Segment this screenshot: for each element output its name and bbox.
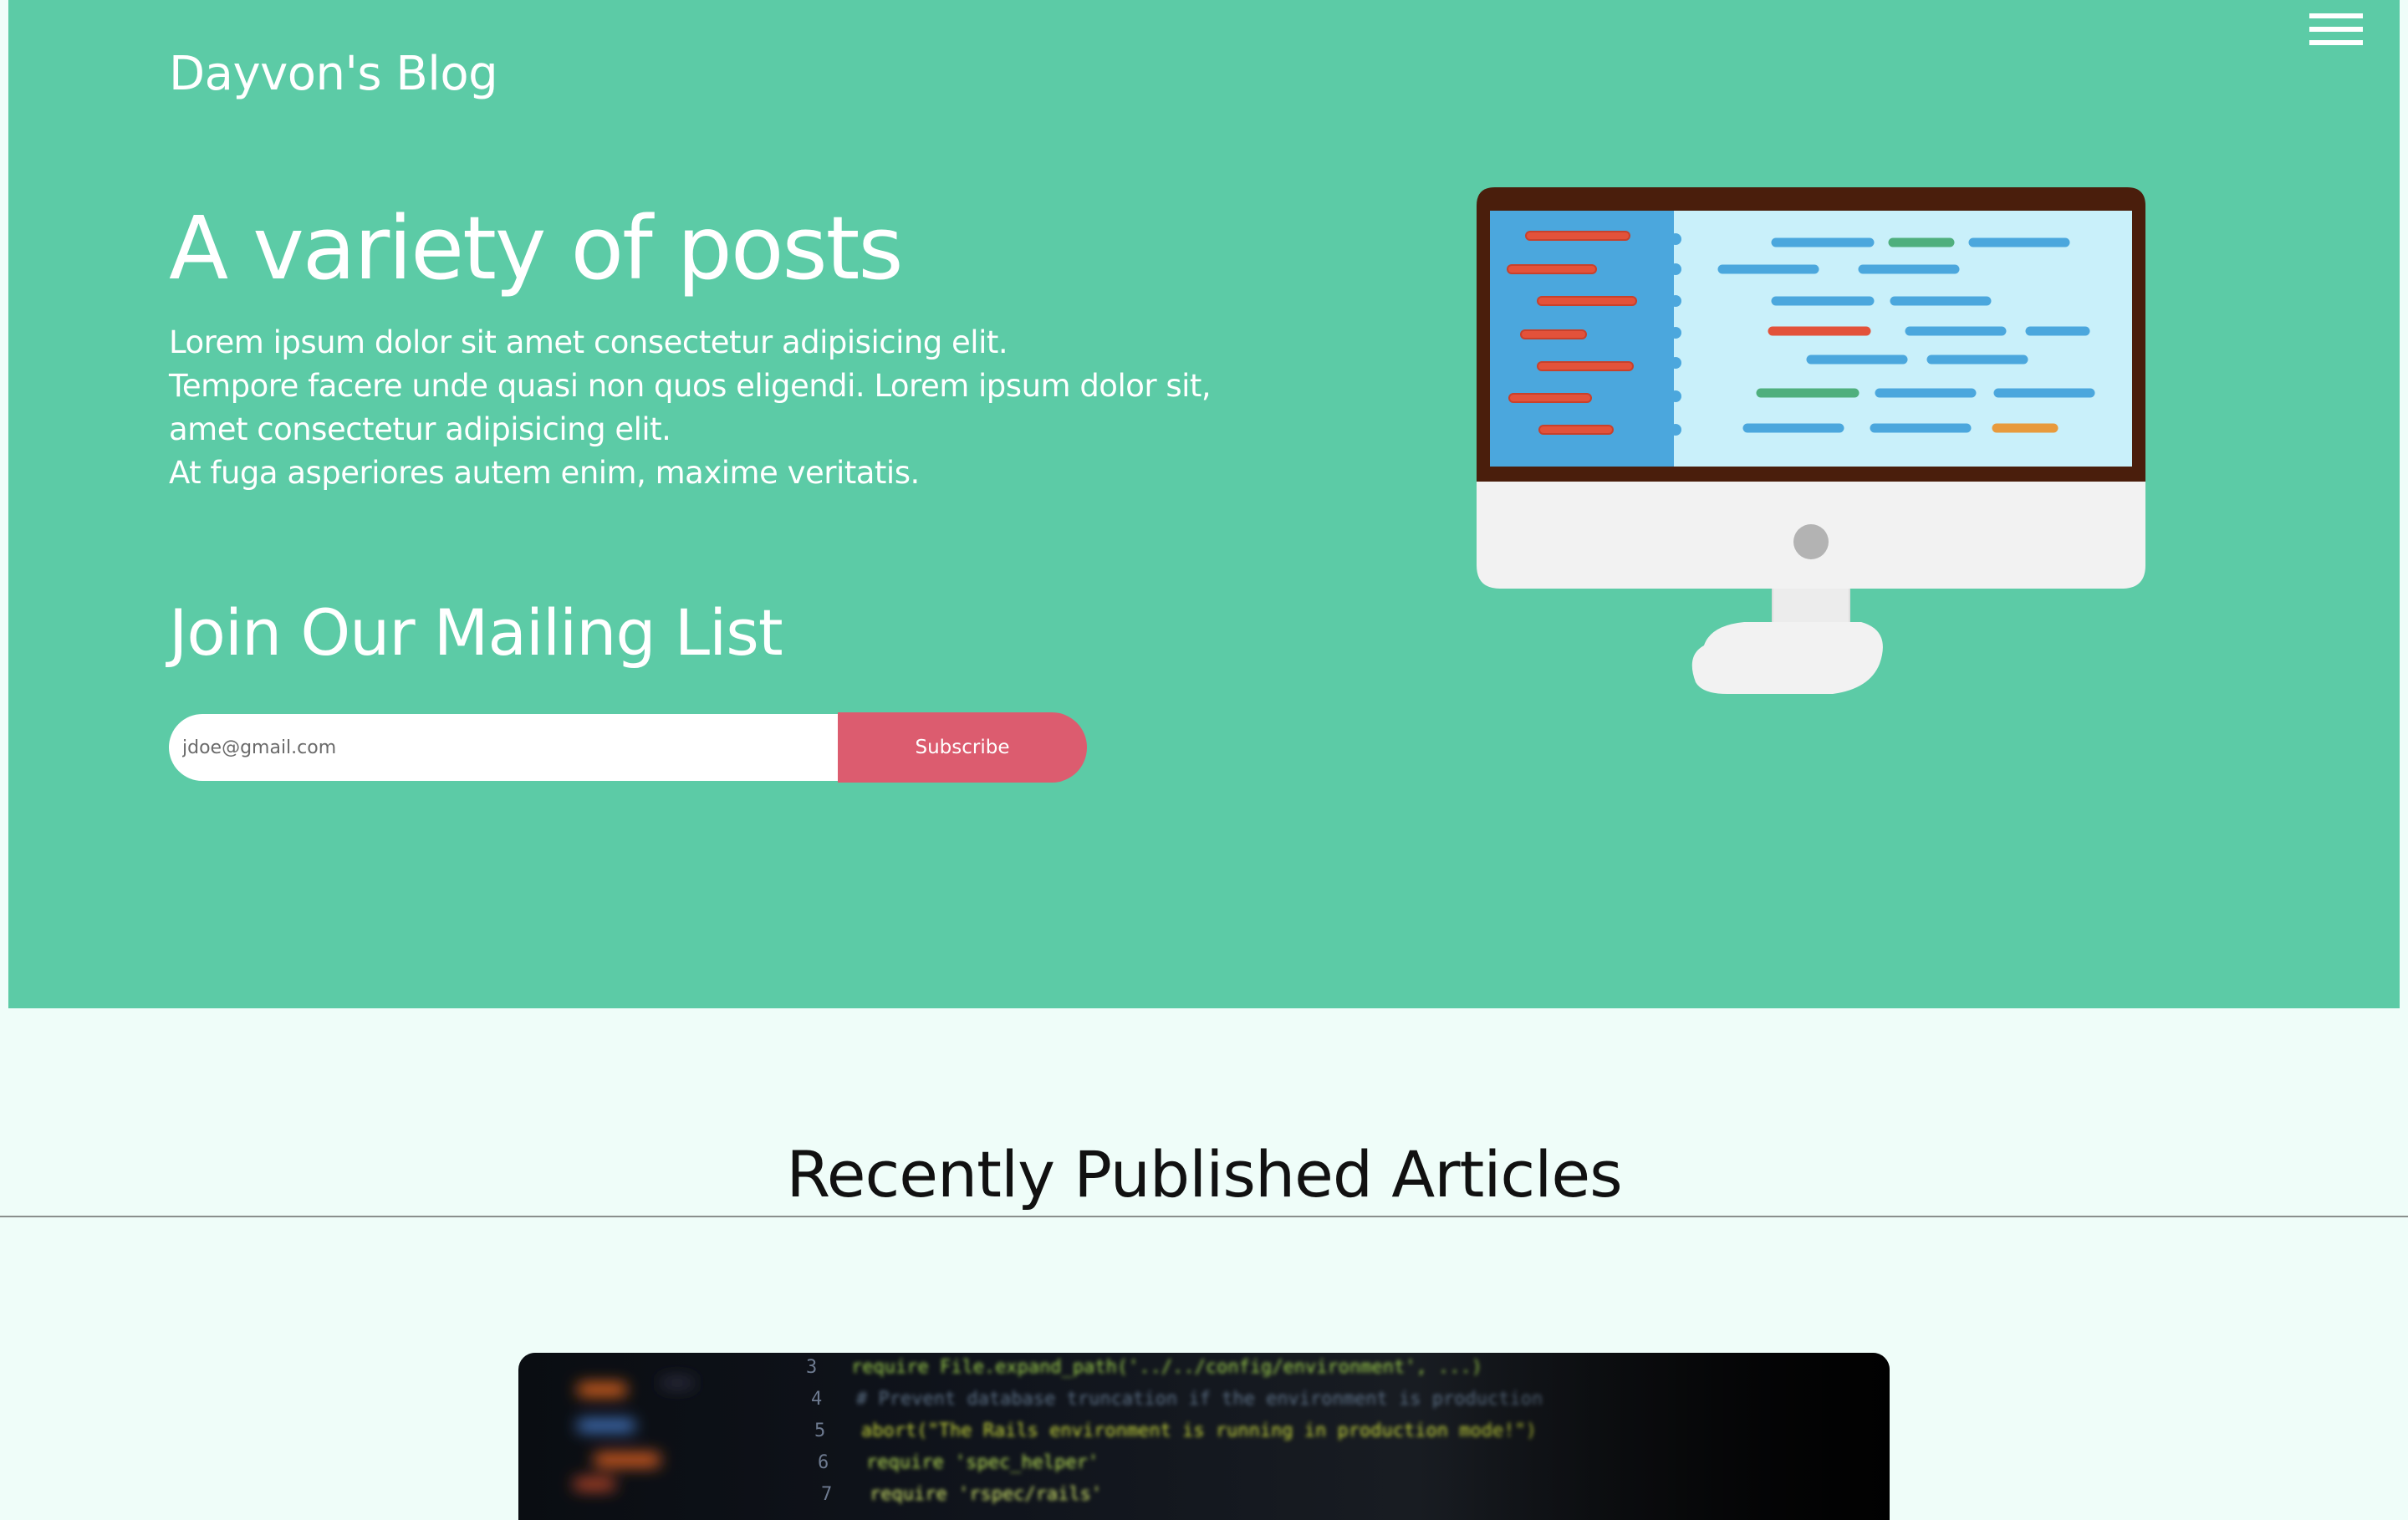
hero-paragraph-line: At fuga asperiores autem enim, maxime ve… — [169, 455, 920, 491]
featured-article-image[interactable]: 3 4 5 6 7 require File.expand_path('../.… — [518, 1353, 1890, 1520]
blurred-sidebar — [574, 1378, 694, 1490]
code-line: require 'spec_helper' — [866, 1452, 1099, 1473]
image-vignette — [1438, 1353, 1890, 1520]
blog-title[interactable]: Dayvon's Blog — [169, 47, 498, 101]
monitor-stand-base — [1691, 622, 1883, 694]
line-number: 5 — [814, 1421, 825, 1441]
hamburger-menu-icon[interactable] — [2309, 10, 2363, 50]
code-screenshot: 3 4 5 6 7 require File.expand_path('../.… — [574, 1353, 1890, 1520]
code-line: require 'rspec/rails' — [870, 1484, 1102, 1505]
hero-section: Dayvon's Blog A variety of posts Lorem i… — [8, 0, 2400, 1008]
line-numbers: 3 4 5 6 7 — [806, 1357, 832, 1505]
power-button-icon — [1793, 524, 1829, 559]
mailing-list-title: Join Our Mailing List — [169, 595, 783, 670]
email-input[interactable] — [169, 714, 838, 781]
line-number: 6 — [818, 1452, 829, 1473]
code-line: require File.expand_path('../../config/e… — [851, 1357, 1482, 1378]
section-divider — [0, 1216, 2408, 1217]
subscribe-button[interactable]: Subscribe — [838, 712, 1087, 783]
hero-paragraph: Lorem ipsum dolor sit amet consectetur a… — [169, 321, 1289, 495]
line-number: 7 — [821, 1484, 832, 1505]
menu-bar — [2309, 27, 2363, 32]
menu-bar — [2309, 40, 2363, 45]
section-title: Recently Published Articles — [786, 1137, 1622, 1211]
menu-bar — [2309, 13, 2363, 18]
line-number: 4 — [811, 1389, 822, 1410]
hero-paragraph-line: amet consectetur adipisicing elit. — [169, 411, 671, 447]
hero-headline: A variety of posts — [169, 197, 904, 299]
computer-monitor-illustration — [1477, 187, 2145, 694]
hero-paragraph-line: Lorem ipsum dolor sit amet consectetur a… — [169, 324, 1008, 360]
code-line: abort("The Rails environment is running … — [861, 1421, 1537, 1441]
line-number: 3 — [806, 1357, 817, 1378]
hero-paragraph-line: Tempore facere unde quasi non quos elige… — [169, 368, 1212, 404]
